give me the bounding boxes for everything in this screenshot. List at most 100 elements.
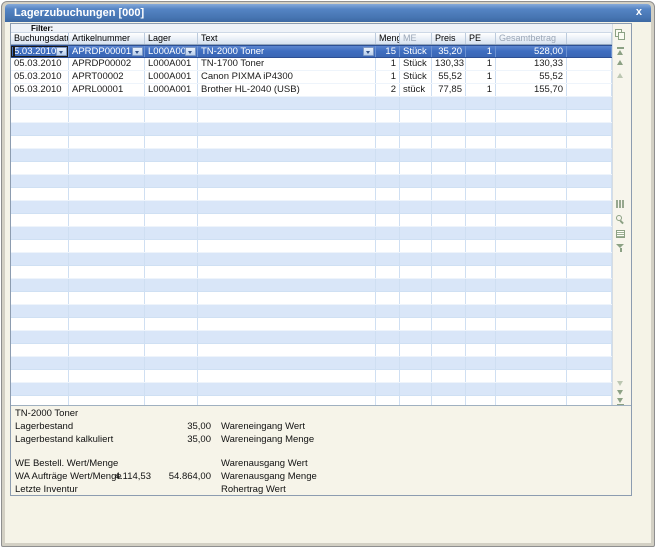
cell[interactable]: 55,52 [432, 71, 466, 83]
cell[interactable] [11, 110, 69, 122]
cell[interactable] [432, 305, 466, 317]
cell[interactable] [567, 123, 612, 135]
table-row-empty[interactable] [11, 227, 612, 240]
cell[interactable] [567, 227, 612, 239]
cell[interactable] [567, 162, 612, 174]
cell[interactable] [466, 292, 496, 304]
cell[interactable]: APRDP00001 [69, 46, 145, 57]
cell[interactable] [198, 266, 376, 278]
cell[interactable] [432, 279, 466, 291]
cell[interactable] [567, 344, 612, 356]
cell[interactable] [145, 344, 198, 356]
cell[interactable] [198, 318, 376, 330]
cell[interactable] [400, 214, 432, 226]
cell[interactable] [11, 175, 69, 187]
dropdown-button[interactable] [132, 47, 143, 56]
cell[interactable] [466, 253, 496, 265]
cell[interactable] [567, 396, 612, 405]
cell[interactable] [11, 240, 69, 252]
cell[interactable] [400, 396, 432, 405]
cell[interactable] [496, 292, 567, 304]
cell[interactable] [432, 240, 466, 252]
cell[interactable] [567, 110, 612, 122]
table-row-empty[interactable] [11, 175, 612, 188]
cell[interactable]: 2 [376, 84, 400, 96]
cell[interactable] [400, 331, 432, 343]
cell[interactable] [400, 305, 432, 317]
cell[interactable]: 1 [376, 71, 400, 83]
cell[interactable]: Canon PIXMA iP4300 [198, 71, 376, 83]
cell[interactable] [145, 162, 198, 174]
cell[interactable] [466, 97, 496, 109]
cell[interactable]: APRT00002 [69, 71, 145, 83]
cell[interactable] [466, 123, 496, 135]
cell[interactable] [496, 227, 567, 239]
cell[interactable] [567, 383, 612, 395]
table-row-empty[interactable] [11, 214, 612, 227]
table-row[interactable]: 05.03.2010APRDP00002L000A001TN-1700 Tone… [11, 58, 612, 71]
cell[interactable] [496, 331, 567, 343]
cell[interactable] [376, 227, 400, 239]
cell[interactable] [432, 97, 466, 109]
cell[interactable] [400, 383, 432, 395]
cell[interactable] [145, 227, 198, 239]
cell[interactable] [11, 253, 69, 265]
cell[interactable]: 35,20 [432, 46, 466, 57]
cell[interactable] [400, 110, 432, 122]
cell[interactable] [11, 214, 69, 226]
cell[interactable] [567, 46, 612, 57]
cell[interactable] [466, 227, 496, 239]
scroll-up-icon-2[interactable] [617, 73, 623, 78]
cell[interactable]: Stück [400, 46, 432, 57]
cell[interactable] [69, 97, 145, 109]
column-header-me[interactable]: ME [400, 33, 432, 44]
cell[interactable] [496, 396, 567, 405]
cell[interactable] [466, 331, 496, 343]
table-row[interactable]: 05.03.2010APRT00002L000A001Canon PIXMA i… [11, 71, 612, 84]
cell[interactable] [69, 175, 145, 187]
cell[interactable] [567, 214, 612, 226]
cell[interactable] [69, 201, 145, 213]
cell[interactable] [496, 383, 567, 395]
cell[interactable] [496, 253, 567, 265]
cell[interactable] [145, 175, 198, 187]
cell[interactable] [496, 97, 567, 109]
cell[interactable]: 77,85 [432, 84, 466, 96]
cell[interactable] [198, 123, 376, 135]
cell[interactable] [145, 279, 198, 291]
cell[interactable] [567, 357, 612, 369]
cell[interactable] [376, 253, 400, 265]
scroll-to-top-icon[interactable] [617, 46, 624, 55]
cell[interactable] [466, 344, 496, 356]
cell[interactable] [69, 188, 145, 200]
cell[interactable] [567, 201, 612, 213]
cell[interactable]: 05.03.2010 [11, 58, 69, 70]
cell[interactable] [198, 188, 376, 200]
cell[interactable] [69, 357, 145, 369]
cell[interactable] [567, 149, 612, 161]
table-row-empty[interactable] [11, 110, 612, 123]
table-row-empty[interactable] [11, 162, 612, 175]
cell[interactable]: 130,33 [496, 58, 567, 70]
table-row-empty[interactable] [11, 253, 612, 266]
cell[interactable] [69, 240, 145, 252]
cell[interactable] [567, 331, 612, 343]
cell[interactable] [376, 383, 400, 395]
cell[interactable] [11, 136, 69, 148]
cell[interactable] [432, 149, 466, 161]
table-row-empty[interactable] [11, 149, 612, 162]
cell[interactable] [466, 396, 496, 405]
cell[interactable] [496, 266, 567, 278]
cell[interactable] [11, 396, 69, 405]
cell[interactable] [198, 396, 376, 405]
cell[interactable]: 155,70 [496, 84, 567, 96]
column-header-preis[interactable]: Preis [432, 33, 466, 44]
cell[interactable] [145, 97, 198, 109]
cell[interactable] [432, 201, 466, 213]
cell[interactable] [376, 136, 400, 148]
cell[interactable]: 15 [376, 46, 400, 57]
cell[interactable] [69, 383, 145, 395]
close-icon[interactable]: x [636, 4, 642, 21]
table-row-empty[interactable] [11, 357, 612, 370]
dropdown-button[interactable] [56, 47, 67, 56]
